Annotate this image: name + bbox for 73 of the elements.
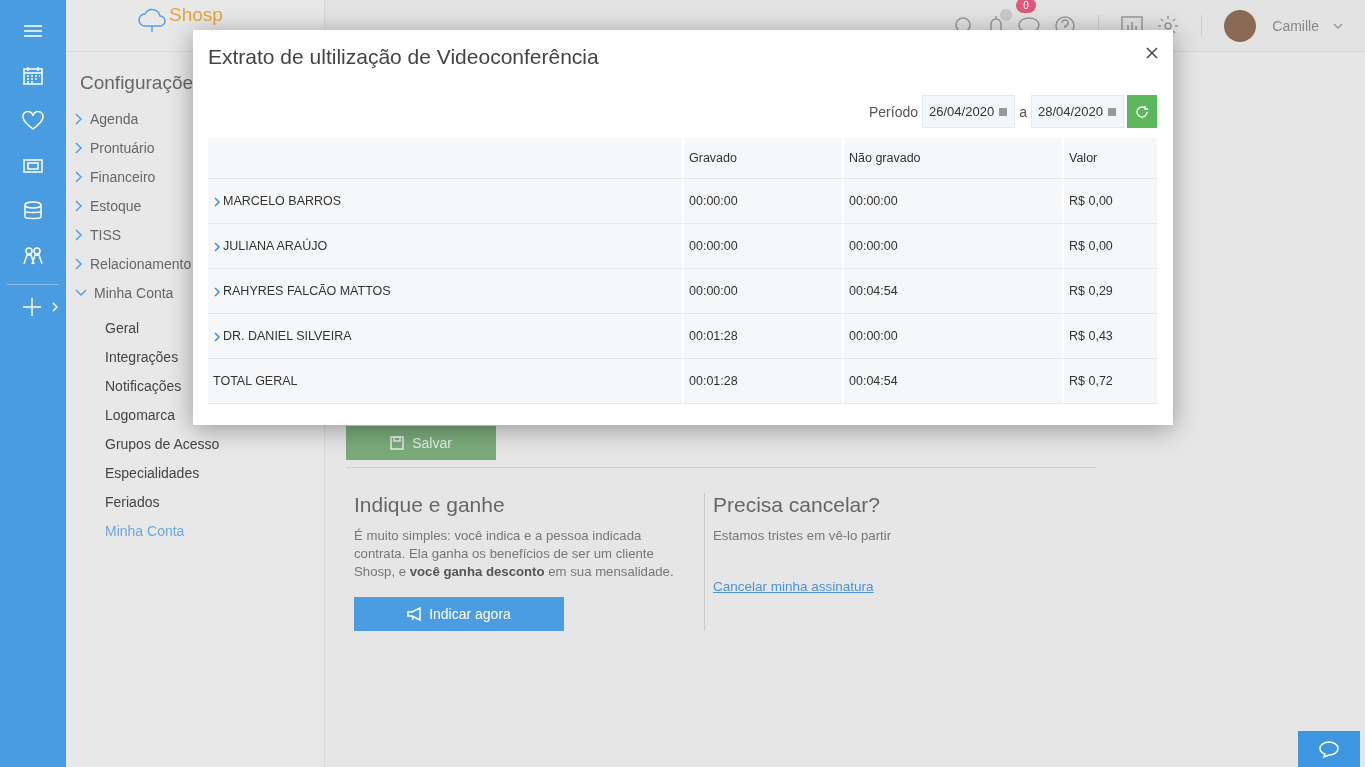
submenu-item[interactable]: Especialidades [105,458,324,487]
table-cell: 00:00:00 [689,284,738,298]
field-label: Período [869,103,919,120]
close-icon [1146,47,1158,59]
notification-dot [1000,8,1013,21]
section-title: Configuraçõe [80,72,195,94]
nav-item[interactable]: Relacionamento [90,255,192,272]
section-title: Indique e ganhe [354,493,506,517]
nav-item[interactable]: Financeiro [90,168,156,185]
referral-text: É muito simples: você indica e a pessoa indicada contrata. Ela ganha os benefícios de ser um cliente Shosp, e você ganha desconto em sua mensalidade. [354,527,675,581]
close-button[interactable] [1146,47,1158,59]
cancel-link[interactable]: Cancelar minha assinatura [713,579,874,594]
table-cell: R$ 0,00 [1069,194,1113,208]
money-icon[interactable] [23,157,43,174]
chevron-right-icon[interactable] [213,195,221,207]
table-cell: 00:00:00 [849,329,898,343]
refresh-button[interactable] [1127,95,1157,128]
heart-icon[interactable] [22,110,44,131]
column-header: Não gravado [849,151,921,165]
table-cell: 00:00:00 [849,194,898,208]
calendar-icon[interactable] [23,65,43,86]
date-field[interactable]: 28/04/2020 [1030,95,1124,128]
column-header: Valor [1069,151,1098,165]
notification-badge: 0 [1016,0,1036,13]
table-cell: TOTAL GERAL [213,374,298,388]
menu-icon[interactable] [23,22,43,39]
nav-item[interactable]: Prontuário [90,139,155,156]
table-cell: JULIANA ARAÚJO [223,239,328,253]
table-cell: 00:00:00 [689,239,738,253]
calendar-icon [998,106,1009,117]
submenu-item[interactable]: Grupos de Acesso [105,429,324,458]
nav-item[interactable]: Estoque [90,197,142,214]
table-cell: R$ 0,00 [1069,239,1113,253]
table-cell: 00:00:00 [689,194,738,208]
plus-icon[interactable] [22,297,42,317]
refer-button[interactable]: Indicar agora [354,597,564,631]
section-title: Precisa cancelar? [713,493,881,517]
table-cell: 00:01:28 [689,374,738,388]
message: Estamos tristes em vê-lo partir [713,527,892,545]
chat-button[interactable] [1298,731,1360,767]
floppy-icon [390,436,405,450]
chevron-right-icon[interactable] [213,240,221,252]
people-icon[interactable] [22,245,44,266]
chevron-right-icon[interactable] [52,302,58,312]
chevron-down-icon[interactable] [1333,22,1343,29]
table-cell: 00:01:28 [689,329,738,343]
separator-text: a [1019,103,1027,120]
table-cell: 00:04:54 [849,374,898,388]
column-header: Gravado [689,151,737,165]
table-cell: RAHYRES FALCÃO MATTOS [223,284,391,298]
table-cell: R$ 0,43 [1069,329,1113,343]
table-cell: R$ 0,72 [1069,374,1113,388]
submenu-item[interactable]: Feriados [105,487,324,516]
calendar-icon [1107,106,1117,117]
nav-item[interactable]: TISS [90,226,122,243]
megaphone-icon [407,607,424,621]
chevron-right-icon[interactable] [213,285,221,297]
modal-title: Extrato de ultilização de Videoconferência [208,45,599,69]
table-cell: MARCELO BARROS [223,194,342,208]
nav-item[interactable]: Minha Conta [94,284,174,301]
logo: Shosp [169,4,223,26]
table-cell: 00:04:54 [849,284,898,298]
table-cell: 00:00:00 [849,239,898,253]
nav-item[interactable]: Agenda [90,110,139,127]
date-field[interactable]: 26/04/2020 [922,95,1016,128]
refresh-icon [1135,104,1149,119]
chevron-right-icon[interactable] [213,330,221,342]
chat-icon [1319,740,1339,758]
table-cell: R$ 0,29 [1069,284,1113,298]
avatar[interactable] [1224,9,1257,42]
table-cell: DR. DANIEL SILVEIRA [223,329,352,343]
database-icon[interactable] [23,200,43,221]
user-name[interactable]: Camille [1272,17,1319,34]
